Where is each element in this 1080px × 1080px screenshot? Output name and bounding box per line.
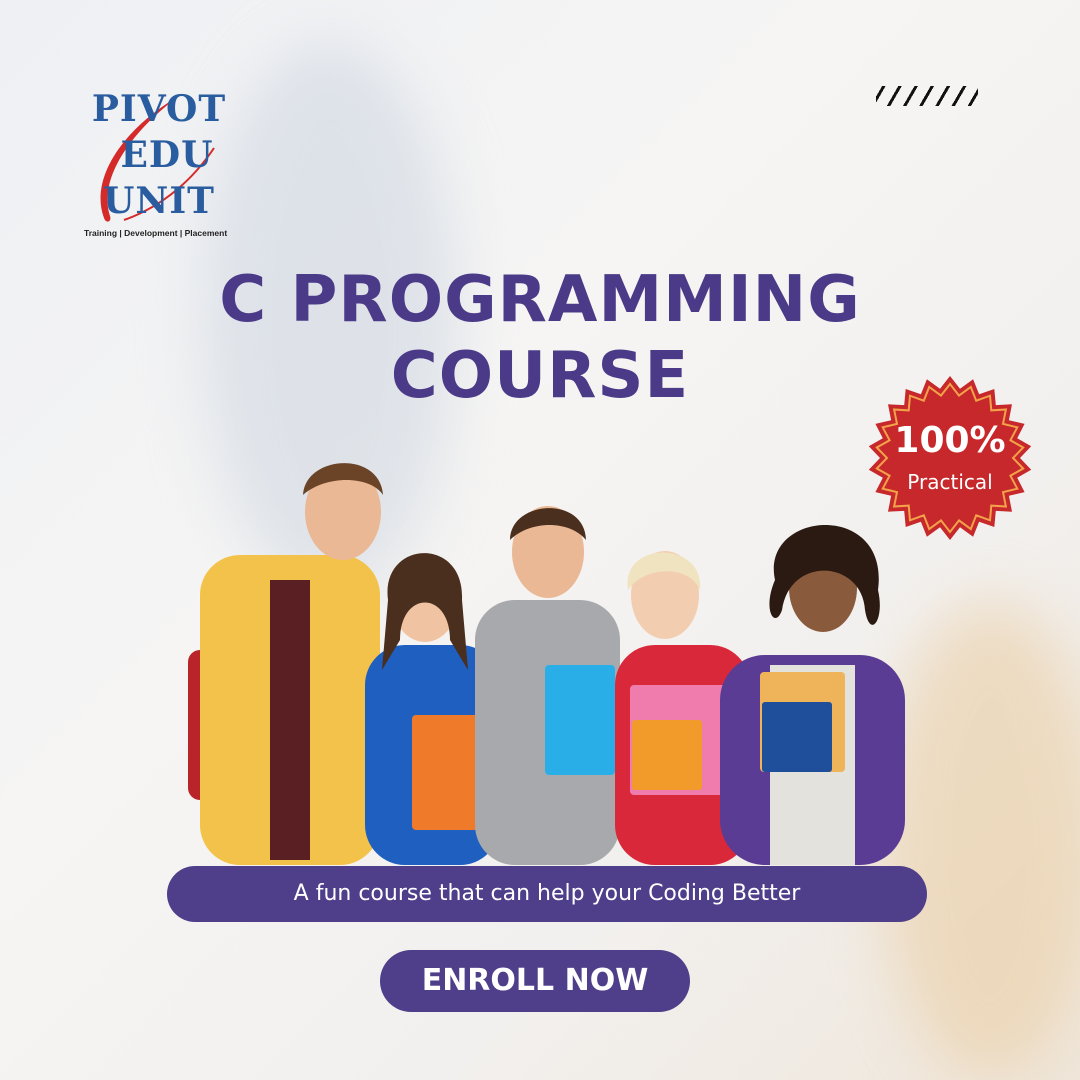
enroll-now-button[interactable]: ENROLL NOW (380, 950, 690, 1012)
students-photo (188, 463, 905, 865)
hatch-decoration (876, 86, 978, 106)
logo: PIVOT EDU UNIT Training | Development | … (84, 88, 234, 248)
logo-line: EDU (120, 134, 214, 176)
logo-line: PIVOT (91, 88, 227, 130)
logo-tagline: Training | Development | Placement (84, 228, 228, 238)
student-1 (188, 463, 383, 865)
title-line: C PROGRAMMING (219, 263, 861, 337)
logo-line: UNIT (103, 180, 215, 222)
student-3 (475, 506, 620, 865)
subtitle-banner: A fun course that can help your Coding B… (167, 866, 927, 922)
student-5 (720, 525, 905, 865)
